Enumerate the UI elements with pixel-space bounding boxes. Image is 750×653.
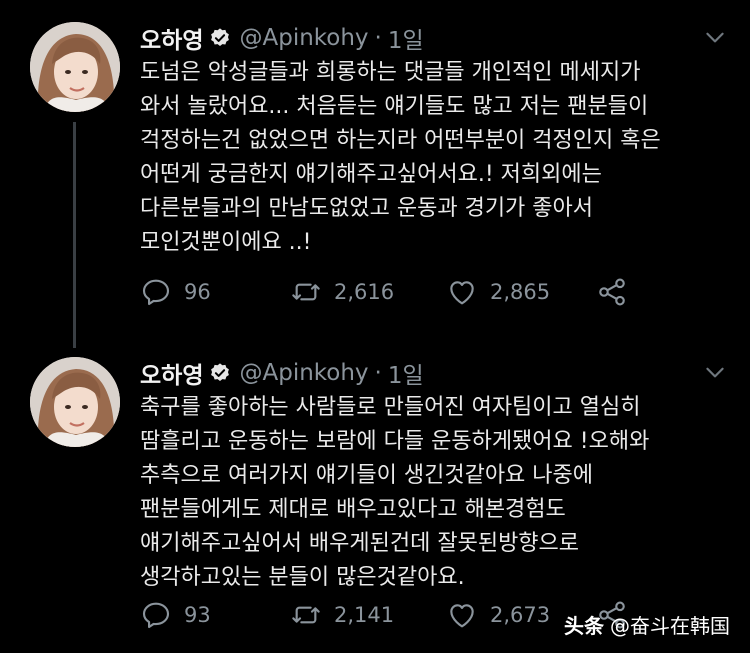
retweet-count: 2,616 (334, 280, 395, 304)
tweet-header: 오하영 @Apinkohy · 1일 (140, 355, 424, 391)
separator-dot: · (374, 25, 382, 51)
like-icon (450, 281, 474, 305)
verified-badge-icon (209, 27, 231, 49)
separator-dot: · (374, 360, 382, 386)
reply-count: 93 (184, 603, 211, 627)
verified-badge-icon (209, 362, 231, 384)
watermark-brand: 头条 (564, 614, 604, 638)
author-name[interactable]: 오하영 (140, 356, 203, 390)
tweet[interactable]: 오하영 @Apinkohy · 1일 도넘은 악성글들과 희롱하는 댓글들 개인… (0, 0, 750, 335)
like-count: 2,865 (490, 280, 551, 304)
tweet-actions: 96 2,616 2,865 (140, 272, 640, 312)
tweet-text: 축구를 좋아하는 사람들로 만들어진 여자팀이고 열심히 땀흘리고 운동하는 보… (140, 395, 650, 590)
like-icon (450, 604, 474, 628)
reply-button[interactable]: 96 (140, 276, 290, 308)
tweet-timestamp[interactable]: 1일 (388, 356, 424, 390)
tweet-timestamp[interactable]: 1일 (388, 21, 424, 55)
retweet-count: 2,141 (334, 603, 395, 627)
tweet-header: 오하영 @Apinkohy · 1일 (140, 20, 424, 56)
reply-button[interactable]: 93 (140, 599, 290, 631)
share-button[interactable] (596, 276, 640, 308)
retweet-icon (292, 606, 320, 624)
reply-icon (142, 279, 170, 306)
author-name[interactable]: 오하영 (140, 21, 203, 55)
author-handle[interactable]: @Apinkohy (239, 360, 368, 386)
share-icon (599, 278, 625, 306)
tweet[interactable]: 오하영 @Apinkohy · 1일 축구를 좋아하는 사람들로 만들어진 여자… (0, 335, 750, 653)
watermark: 头条 @奋斗在韩国 (564, 610, 730, 639)
retweet-button[interactable]: 2,141 (290, 599, 446, 631)
avatar[interactable] (30, 357, 120, 447)
reply-icon (142, 602, 170, 629)
avatar[interactable] (30, 22, 120, 112)
watermark-account: @奋斗在韩国 (610, 614, 730, 638)
author-handle[interactable]: @Apinkohy (239, 25, 368, 51)
like-button[interactable]: 2,865 (446, 276, 596, 308)
retweet-icon (292, 283, 320, 301)
tweet-text: 도넘은 악성글들과 희롱하는 댓글들 개인적인 메세지가 와서 놀랐어요... … (140, 60, 661, 255)
chevron-down-icon[interactable] (702, 24, 728, 50)
retweet-button[interactable]: 2,616 (290, 276, 446, 308)
reply-count: 96 (184, 280, 211, 304)
like-count: 2,673 (490, 603, 551, 627)
chevron-down-icon[interactable] (702, 359, 728, 385)
